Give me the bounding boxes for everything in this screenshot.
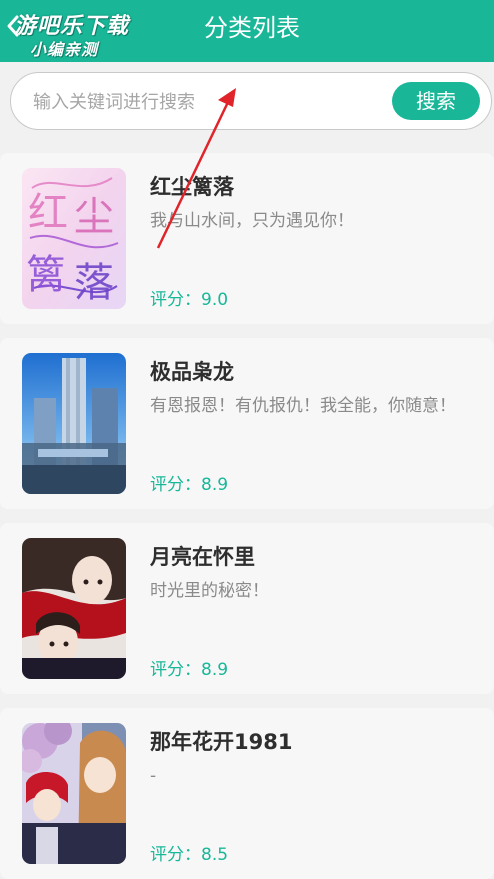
book-title: 月亮在怀里: [150, 545, 255, 569]
book-list-item[interactable]: 极品枭龙 有恩报恩！有仇报仇！我全能，你随意！ 评分：8.9: [0, 338, 494, 509]
search-bar: 搜索: [10, 72, 492, 130]
book-list-item[interactable]: 那年花开1981 - 评分：8.5: [0, 708, 494, 879]
book-title: 那年花开1981: [150, 730, 293, 754]
page-title: 分类列表: [204, 14, 300, 42]
book-description: 有恩报恩！有仇报仇！我全能，你随意！: [150, 396, 456, 416]
book-cover: [22, 353, 126, 494]
book-cover: [22, 538, 126, 679]
search-input[interactable]: [31, 83, 375, 121]
search-button[interactable]: 搜索: [392, 82, 480, 120]
book-cover: 红 尘 篱 落: [22, 168, 126, 309]
svg-text:尘: 尘: [74, 194, 114, 240]
book-description: 我与山水间，只为遇见你！: [150, 211, 354, 231]
svg-text:篱: 篱: [26, 252, 66, 298]
book-list-item[interactable]: 红 尘 篱 落 红尘篱落 我与山水间，只为遇见你！ 评分：9.0: [0, 153, 494, 324]
svg-text:红: 红: [28, 190, 68, 236]
book-score: 评分：8.9: [150, 475, 229, 495]
book-list-item[interactable]: 月亮在怀里 时光里的秘密！ 评分：8.9: [0, 523, 494, 694]
book-title: 极品枭龙: [150, 360, 234, 384]
svg-text:落: 落: [74, 260, 114, 306]
book-score: 评分：8.5: [150, 845, 229, 865]
book-description: -: [150, 766, 157, 786]
book-description: 时光里的秘密！: [150, 581, 269, 601]
top-bar: 游吧乐下载 小编亲测 分类列表: [0, 0, 494, 62]
book-title: 红尘篱落: [150, 175, 234, 199]
book-cover: [22, 723, 126, 864]
book-score: 评分：9.0: [150, 290, 229, 310]
book-score: 评分：8.9: [150, 660, 229, 680]
